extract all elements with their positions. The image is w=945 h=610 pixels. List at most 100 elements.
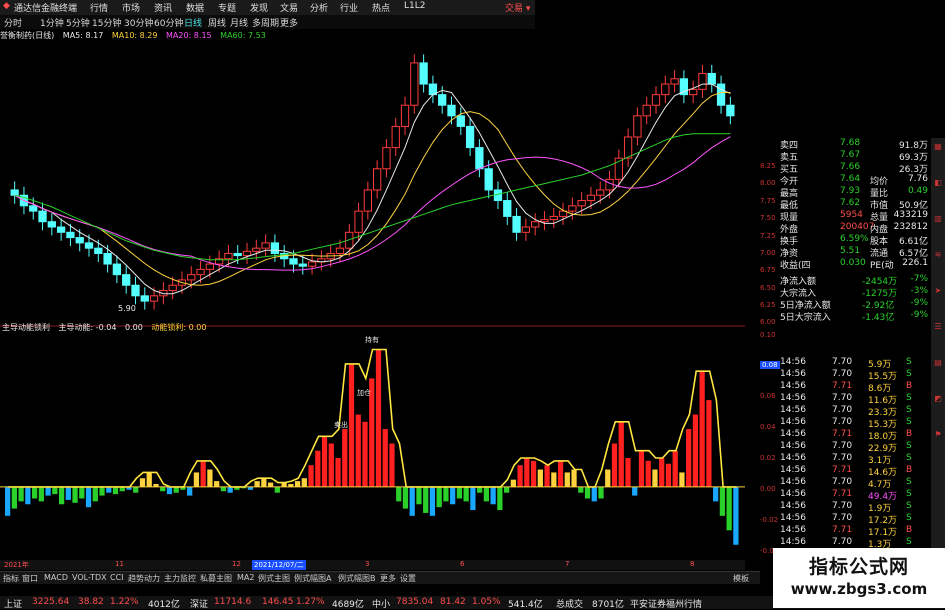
candle[interactable] — [335, 247, 345, 254]
indicator-tab[interactable]: 模板 — [733, 573, 749, 584]
page-icon[interactable]: ▤ — [933, 358, 943, 368]
candle[interactable] — [651, 94, 661, 106]
candle[interactable] — [568, 205, 577, 212]
indicator-tab[interactable]: 更多 — [380, 573, 396, 584]
candle[interactable] — [270, 242, 280, 254]
candle[interactable] — [419, 62, 428, 85]
candle[interactable] — [549, 215, 558, 221]
menu-item[interactable]: 分析 — [310, 1, 328, 14]
period-tab[interactable]: 月线 — [230, 16, 248, 29]
period-tab[interactable]: 多周期 — [252, 16, 279, 29]
candle[interactable] — [503, 200, 512, 217]
arrow-icon[interactable]: ➤ — [933, 286, 943, 296]
candle[interactable] — [298, 263, 307, 267]
candle[interactable] — [10, 189, 19, 196]
indicator-tab[interactable]: 窗口 — [22, 573, 38, 584]
indicator-tab[interactable]: 主力监控 — [164, 573, 196, 584]
menu-item[interactable]: 市场 — [122, 1, 140, 14]
candle[interactable] — [354, 210, 363, 233]
candle[interactable] — [84, 242, 94, 249]
grid-icon[interactable]: ▦ — [933, 142, 943, 152]
menu-item[interactable]: L1L2 — [404, 1, 425, 11]
menu-item[interactable]: 发现 — [250, 1, 268, 14]
menu-item[interactable]: 资讯 — [154, 1, 172, 14]
period-tab[interactable]: 分时 — [4, 16, 22, 29]
menu-item[interactable]: 文易 — [280, 1, 298, 14]
indicator-chart[interactable] — [0, 327, 745, 560]
indicator-tab[interactable]: VOL-TDX — [72, 573, 107, 582]
candle[interactable] — [689, 88, 698, 96]
period-tab[interactable]: 1分钟 — [40, 16, 64, 29]
period-tab[interactable]: 30分钟 — [124, 16, 153, 29]
rsi-icon[interactable]: ≋ — [933, 250, 943, 260]
candle[interactable] — [307, 261, 317, 267]
candle[interactable] — [363, 189, 373, 212]
candle[interactable] — [38, 210, 47, 223]
period-tab[interactable]: 周线 — [208, 16, 226, 29]
candle[interactable] — [447, 104, 456, 117]
candle[interactable] — [66, 231, 75, 239]
indicator-tab[interactable]: 指标 — [3, 573, 19, 584]
candle[interactable] — [586, 194, 596, 202]
candle[interactable] — [465, 125, 475, 149]
period-tab[interactable]: 更多 — [280, 16, 298, 29]
candle[interactable] — [438, 94, 447, 106]
indicator-tab[interactable]: MA2 — [237, 573, 254, 582]
candle[interactable] — [196, 268, 205, 276]
candle[interactable] — [252, 247, 261, 252]
chart-icon[interactable]: ▥ — [933, 214, 943, 224]
candle[interactable] — [242, 250, 252, 257]
candle[interactable] — [642, 104, 651, 117]
candle[interactable] — [410, 62, 419, 106]
tag-icon[interactable]: ◩ — [933, 394, 943, 404]
candle[interactable] — [661, 83, 670, 96]
candle[interactable] — [187, 274, 196, 281]
candle[interactable] — [131, 284, 140, 297]
indicator-tab[interactable]: 趋势动力 — [128, 573, 160, 584]
indicator-tab[interactable]: 设置 — [400, 573, 416, 584]
menu-item[interactable]: 行业 — [340, 1, 358, 14]
menu-item[interactable]: 专题 — [218, 1, 236, 14]
candle[interactable] — [521, 226, 531, 233]
candle[interactable] — [391, 125, 400, 149]
candle[interactable] — [29, 205, 38, 212]
menu-item[interactable]: 热点 — [372, 1, 390, 14]
candle[interactable] — [605, 178, 614, 191]
menu-item[interactable]: 数据 — [186, 1, 204, 14]
menu-item[interactable]: 行情 — [90, 1, 108, 14]
candle[interactable] — [205, 263, 214, 270]
indicator-tab[interactable]: CCI — [110, 573, 124, 582]
candle[interactable] — [103, 252, 112, 265]
trade-button[interactable]: 交易 ▾ — [505, 1, 530, 14]
period-tab[interactable]: 15分钟 — [92, 16, 121, 29]
indicator-tab[interactable]: 例式主图 — [258, 573, 290, 584]
indicator-tab[interactable]: MACD — [44, 573, 68, 582]
candle[interactable] — [400, 104, 410, 127]
candle[interactable] — [484, 168, 493, 191]
candle[interactable] — [94, 247, 103, 254]
candle[interactable] — [707, 72, 716, 85]
candle[interactable] — [289, 258, 298, 265]
indicator-tab[interactable]: 私募主图 — [200, 573, 232, 584]
period-tab-active[interactable]: 日线 — [184, 16, 202, 29]
candle[interactable] — [122, 274, 131, 286]
candle[interactable] — [261, 242, 270, 249]
candle[interactable] — [456, 115, 465, 127]
list-icon[interactable]: ☰ — [933, 322, 943, 332]
candle[interactable] — [75, 237, 84, 244]
candle[interactable] — [577, 200, 586, 207]
candle[interactable] — [716, 83, 726, 106]
candle[interactable] — [140, 295, 149, 302]
candle[interactable] — [670, 78, 679, 85]
candle[interactable] — [56, 226, 66, 233]
period-tab[interactable]: 5分钟 — [66, 16, 90, 29]
candle[interactable] — [149, 295, 159, 302]
candle[interactable] — [233, 252, 242, 257]
candle[interactable] — [596, 189, 605, 196]
indicator-tab[interactable]: 例式幅图A — [294, 573, 331, 584]
candle[interactable] — [382, 147, 391, 170]
candle[interactable] — [726, 104, 735, 117]
candle[interactable] — [373, 168, 382, 191]
candle[interactable] — [540, 219, 549, 223]
candle[interactable] — [112, 263, 122, 276]
